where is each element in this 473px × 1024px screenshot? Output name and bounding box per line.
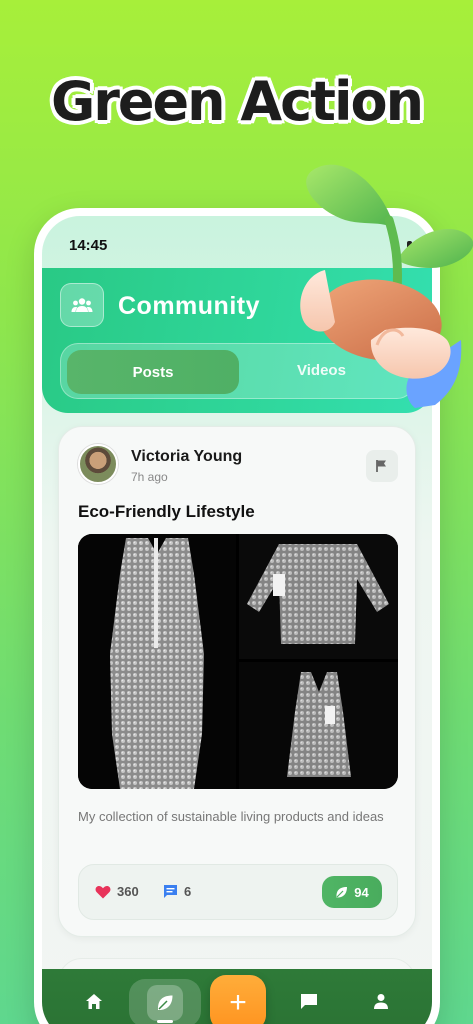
promo-headline: Green Action	[50, 70, 424, 133]
heart-icon	[95, 885, 111, 898]
create-post-button[interactable]: +	[210, 975, 266, 1024]
post-description: My collection of sustainable living prod…	[78, 809, 384, 824]
active-indicator	[157, 1020, 173, 1023]
chat-icon	[301, 993, 317, 1009]
post-image-dress-full	[78, 534, 236, 789]
comment-count: 6	[184, 884, 192, 899]
eco-points-count: 94	[354, 884, 369, 900]
post-title: Eco-Friendly Lifestyle	[78, 502, 255, 521]
post-image-jacket	[239, 534, 398, 659]
home-icon	[86, 993, 102, 1009]
post-card[interactable]: Victoria Young 7h ago Eco-Friendly Lifes…	[58, 426, 416, 937]
comment-icon	[164, 885, 177, 898]
report-button[interactable]	[366, 450, 398, 482]
nav-home-button[interactable]	[84, 991, 104, 1011]
nav-messages-button[interactable]	[299, 991, 319, 1011]
like-count: 360	[117, 884, 139, 899]
post-author-name[interactable]: Victoria Young	[131, 448, 242, 466]
post-image-dress-short	[239, 662, 398, 789]
post-image[interactable]	[78, 534, 398, 789]
person-icon	[374, 994, 388, 1009]
like-button[interactable]: 360	[95, 884, 139, 899]
page-title: Community	[118, 292, 260, 320]
tab-posts[interactable]: Posts	[67, 350, 239, 394]
community-group-icon[interactable]	[60, 283, 104, 327]
comment-button[interactable]: 6	[163, 884, 191, 899]
bottom-navigation: +	[42, 969, 432, 1024]
flag-icon	[376, 460, 386, 472]
leaf-icon	[336, 886, 348, 898]
post-timestamp: 7h ago	[131, 470, 168, 484]
hands-holding-sprout-illustration	[300, 164, 473, 408]
nav-profile-button[interactable]	[371, 991, 391, 1011]
plus-icon: +	[229, 986, 247, 1019]
leaf-icon	[157, 995, 173, 1011]
post-stats-bar: 360 6 94	[78, 864, 398, 920]
avatar[interactable]	[78, 444, 118, 484]
eco-points-badge[interactable]: 94	[322, 876, 382, 908]
nav-eco-button[interactable]	[129, 979, 201, 1024]
status-time: 14:45	[69, 237, 108, 254]
